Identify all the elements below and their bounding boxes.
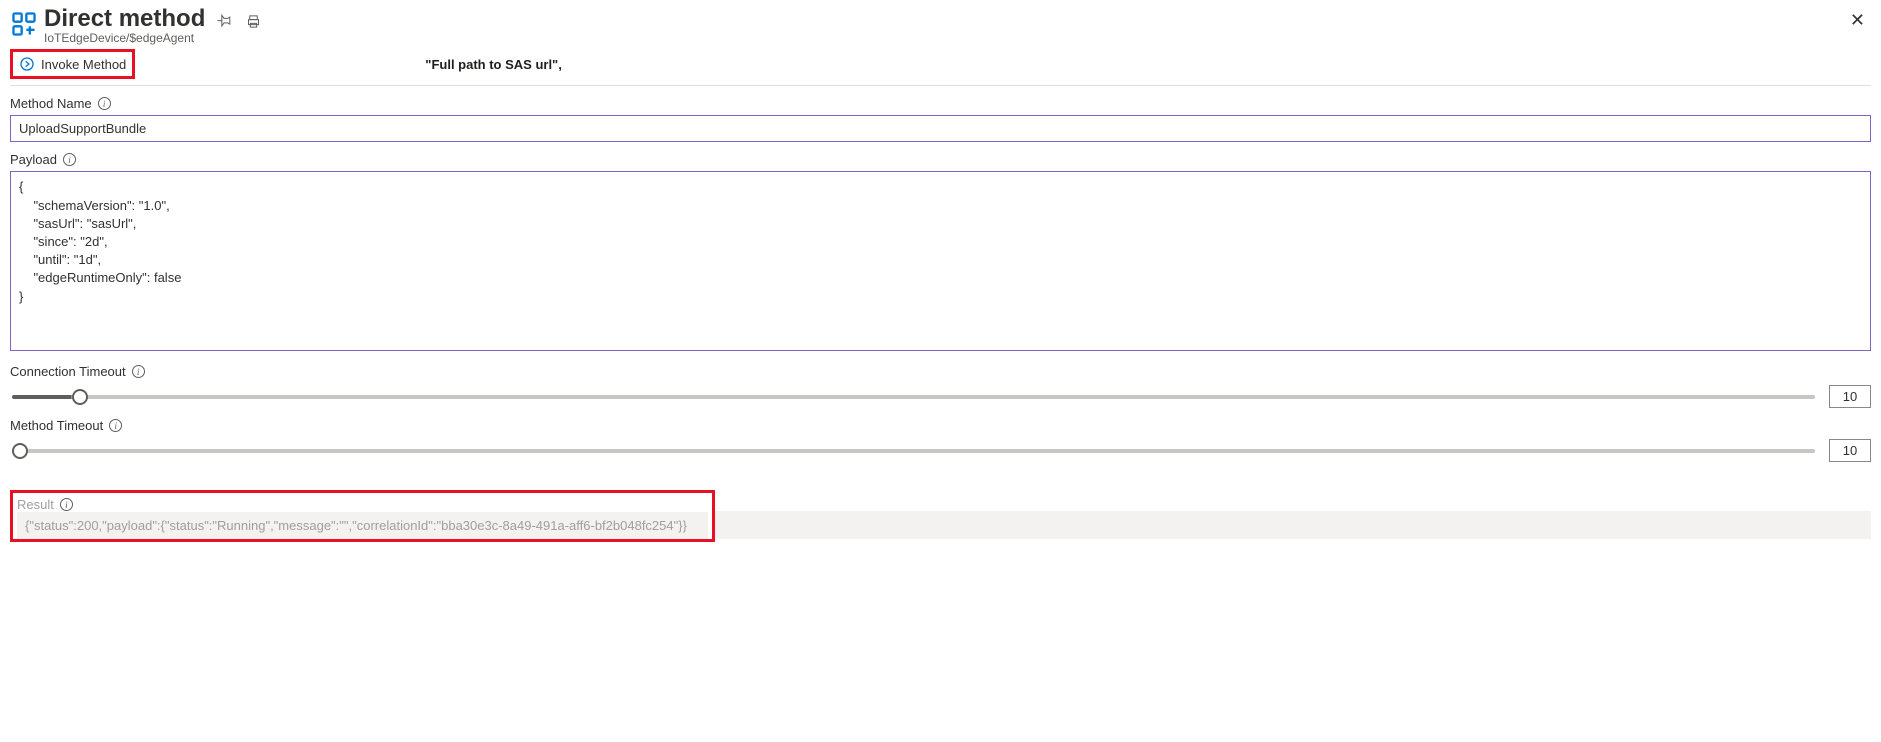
connection-timeout-slider-row: 10 <box>10 385 1871 408</box>
connection-timeout-slider[interactable] <box>12 395 1815 399</box>
connection-timeout-value[interactable]: 10 <box>1829 385 1871 408</box>
result-output: {"status":200,"payload":{"status":"Runni… <box>17 512 708 539</box>
payload-label: Payload <box>10 152 57 167</box>
page-header: Direct method IoTEdgeDevice/$edgeAgent ✕ <box>10 6 1871 45</box>
invoke-method-button[interactable]: Invoke Method <box>13 52 132 76</box>
method-name-label: Method Name <box>10 96 92 111</box>
pin-icon[interactable] <box>217 14 232 32</box>
method-timeout-value[interactable]: 10 <box>1829 439 1871 462</box>
method-timeout-label-row: Method Timeout i <box>10 418 1871 433</box>
print-icon[interactable] <box>246 14 261 32</box>
payload-textarea[interactable] <box>10 171 1871 351</box>
close-icon[interactable]: ✕ <box>1850 10 1865 31</box>
iot-logo-icon <box>10 10 38 38</box>
method-timeout-slider-row: 10 <box>10 439 1871 462</box>
info-icon[interactable]: i <box>132 365 145 378</box>
result-label: Result <box>17 497 54 512</box>
method-name-label-row: Method Name i <box>10 96 1871 111</box>
info-icon[interactable]: i <box>98 97 111 110</box>
connection-timeout-label-row: Connection Timeout i <box>10 364 1871 379</box>
method-timeout-label: Method Timeout <box>10 418 103 433</box>
payload-label-row: Payload i <box>10 152 1871 167</box>
connection-timeout-label: Connection Timeout <box>10 364 126 379</box>
sas-url-text: "Full path to SAS url", <box>425 57 562 72</box>
result-label-row: Result i <box>17 497 708 512</box>
info-icon[interactable]: i <box>63 153 76 166</box>
info-icon[interactable]: i <box>60 498 73 511</box>
command-bar: Invoke Method "Full path to SAS url", <box>10 49 1871 86</box>
method-name-input[interactable] <box>10 115 1871 142</box>
method-timeout-slider[interactable] <box>12 449 1815 453</box>
result-output-continuation <box>715 511 1871 539</box>
page-title: Direct method <box>44 6 205 32</box>
info-icon[interactable]: i <box>109 419 122 432</box>
invoke-method-label: Invoke Method <box>41 57 126 72</box>
page-subtitle: IoTEdgeDevice/$edgeAgent <box>44 31 205 45</box>
